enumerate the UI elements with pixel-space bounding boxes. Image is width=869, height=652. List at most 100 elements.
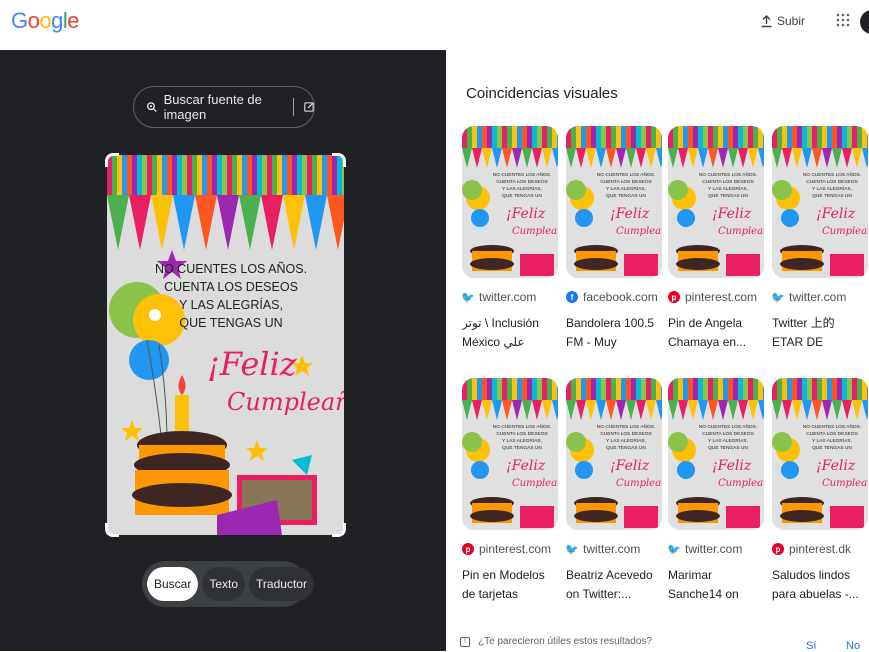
- thumb-line-4: QUE TENGAS UN: [812, 193, 852, 199]
- thumb-line-3: Y LAS ALEGRÍAS,: [708, 437, 748, 444]
- match-source[interactable]: 🐦 twitter.com: [565, 542, 662, 556]
- visual-match-card[interactable]: NO CUENTES LOS AÑOS. CUENTA LOS DESEOS Y…: [462, 378, 558, 604]
- pinterest-icon: p: [668, 291, 680, 303]
- thumb-line-4: QUE TENGAS UN: [606, 193, 646, 199]
- match-thumbnail[interactable]: NO CUENTES LOS AÑOS. CUENTA LOS DESEOS Y…: [772, 378, 868, 530]
- thumb-line-3: Y LAS ALEGRÍAS,: [812, 185, 852, 192]
- visual-match-card[interactable]: NO CUENTES LOS AÑOS. CUENTA LOS DESEOS Y…: [667, 378, 764, 604]
- match-source[interactable]: p pinterest.com: [668, 290, 764, 304]
- open-external-icon[interactable]: [304, 101, 314, 113]
- thumb-line-4: QUE TENGAS UN: [502, 193, 542, 199]
- thumb-line-3: Y LAS ALEGRÍAS,: [502, 437, 542, 444]
- mode-search-button[interactable]: Buscar: [147, 567, 199, 601]
- thumb-cumple: Cumpleaños!: [512, 478, 558, 489]
- query-image-panel: Buscar fuente de imagen NO CUENTES LOS A…: [0, 50, 446, 651]
- thumb-feliz: ¡Feliz: [610, 206, 650, 222]
- apps-grid-icon[interactable]: [833, 12, 853, 32]
- crop-handle-bottom-left[interactable]: [105, 523, 119, 537]
- birthday-card-thumbnail: NO CUENTES LOS AÑOS. CUENTA LOS DESEOS Y…: [462, 378, 558, 530]
- logo-letter: o: [39, 8, 52, 33]
- thumb-line-1: NO CUENTES LOS AÑOS.: [597, 423, 655, 430]
- birthday-card-thumbnail: NO CUENTES LOS AÑOS. CUENTA LOS DESEOS Y…: [772, 126, 868, 278]
- match-source[interactable]: f facebook.com: [566, 290, 662, 304]
- match-title[interactable]: Pin de Angela Chamaya en...: [668, 314, 764, 352]
- thumb-cumple: Cumpleaños!: [718, 226, 764, 237]
- match-thumbnail[interactable]: NO CUENTES LOS AÑOS. CUENTA LOS DESEOS Y…: [668, 378, 764, 530]
- thumb-line-2: CUENTA LOS DESEOS: [806, 179, 857, 185]
- lens-search-icon: [146, 102, 157, 113]
- card-cumple: Cumpleaños!: [227, 388, 344, 416]
- pinterest-icon: p: [462, 543, 474, 555]
- match-title[interactable]: Twitter 上的 ETAR DE PESCA: "Feliz...: [772, 314, 868, 352]
- find-image-source-label: Buscar fuente de imagen: [163, 92, 262, 122]
- visual-matches-heading: Coincidencias visuales: [466, 85, 618, 102]
- card-line-2: CUENTA LOS DESEOS: [164, 280, 298, 294]
- query-image[interactable]: NO CUENTES LOS AÑOS. CUENTA LOS DESEOS Y…: [107, 155, 344, 535]
- thumb-line-2: CUENTA LOS DESEOS: [806, 431, 857, 437]
- match-source[interactable]: p pinterest.dk: [772, 542, 868, 556]
- thumb-line-1: NO CUENTES LOS AÑOS.: [699, 171, 757, 178]
- thumb-feliz: ¡Feliz: [610, 458, 650, 474]
- thumb-cumple: Cumpleaños!: [616, 478, 662, 489]
- visual-match-card[interactable]: NO CUENTES LOS AÑOS. CUENTA LOS DESEOS Y…: [771, 126, 868, 352]
- birthday-card-thumbnail: NO CUENTES LOS AÑOS. CUENTA LOS DESEOS Y…: [772, 378, 868, 530]
- match-thumbnail[interactable]: NO CUENTES LOS AÑOS. CUENTA LOS DESEOS Y…: [566, 378, 662, 530]
- upload-button[interactable]: Subir: [760, 14, 805, 28]
- visual-match-card[interactable]: NO CUENTES LOS AÑOS. CUENTA LOS DESEOS Y…: [772, 378, 868, 604]
- match-source-label: pinterest.dk: [789, 542, 852, 556]
- thumb-feliz: ¡Feliz: [712, 458, 752, 474]
- thumb-feliz: ¡Feliz: [816, 206, 856, 222]
- card-line-4: QUE TENGAS UN: [179, 316, 282, 330]
- match-source[interactable]: 🐦 twitter.com: [461, 290, 558, 304]
- thumb-line-4: QUE TENGAS UN: [708, 193, 748, 199]
- feedback-yes-button[interactable]: Sí: [806, 640, 816, 652]
- match-title[interactable]: توتر \ Inclusión México علي توتر:...: [462, 314, 558, 352]
- match-title[interactable]: Pin en Modelos de tarjetas personales: [462, 566, 558, 604]
- thumb-line-2: CUENTA LOS DESEOS: [702, 179, 753, 185]
- pinterest-icon: p: [772, 543, 784, 555]
- visual-match-card[interactable]: NO CUENTES LOS AÑOS. CUENTA LOS DESEOS Y…: [461, 126, 558, 352]
- match-thumbnail[interactable]: NO CUENTES LOS AÑOS. CUENTA LOS DESEOS Y…: [668, 126, 764, 278]
- thumb-line-1: NO CUENTES LOS AÑOS.: [493, 423, 551, 430]
- thumb-line-4: QUE TENGAS UN: [812, 445, 852, 451]
- match-source[interactable]: p pinterest.com: [462, 542, 558, 556]
- thumb-cumple: Cumpleaños!: [822, 226, 868, 237]
- logo-letter: g: [51, 8, 63, 33]
- thumb-line-3: Y LAS ALEGRÍAS,: [708, 185, 748, 192]
- match-thumbnail[interactable]: NO CUENTES LOS AÑOS. CUENTA LOS DESEOS Y…: [462, 378, 558, 530]
- birthday-card-thumbnail: NO CUENTES LOS AÑOS. CUENTA LOS DESEOS Y…: [462, 126, 558, 278]
- thumb-line-3: Y LAS ALEGRÍAS,: [502, 185, 542, 192]
- visual-match-card[interactable]: NO CUENTES LOS AÑOS. CUENTA LOS DESEOS Y…: [566, 126, 662, 352]
- thumb-line-3: Y LAS ALEGRÍAS,: [606, 437, 646, 444]
- match-title[interactable]: Marimar Sanche14 on Twitter:...: [668, 566, 764, 604]
- crop-handle-top-right[interactable]: [332, 153, 346, 167]
- thumb-line-4: QUE TENGAS UN: [606, 445, 646, 451]
- feedback-no-button[interactable]: No: [846, 640, 860, 652]
- birthday-card-image: NO CUENTES LOS AÑOS. CUENTA LOS DESEOS Y…: [107, 155, 344, 535]
- match-source-label: facebook.com: [583, 290, 658, 304]
- match-thumbnail[interactable]: NO CUENTES LOS AÑOS. CUENTA LOS DESEOS Y…: [462, 126, 558, 278]
- match-title[interactable]: Beatriz Acevedo on Twitter:...: [566, 566, 662, 604]
- match-title[interactable]: Saludos lindos para abuelas -...: [772, 566, 868, 604]
- match-thumbnail[interactable]: NO CUENTES LOS AÑOS. CUENTA LOS DESEOS Y…: [566, 126, 662, 278]
- thumb-line-2: CUENTA LOS DESEOS: [496, 431, 547, 437]
- match-source-label: twitter.com: [789, 290, 847, 304]
- mode-translate-button[interactable]: Traductor: [249, 567, 314, 601]
- match-source[interactable]: 🐦 twitter.com: [667, 542, 764, 556]
- upload-icon: [761, 14, 772, 27]
- mode-text-button[interactable]: Texto: [202, 567, 246, 601]
- thumb-cumple: Cumpleaños!: [616, 226, 662, 237]
- avatar[interactable]: [860, 10, 869, 34]
- google-logo[interactable]: Google: [11, 8, 80, 34]
- thumb-feliz: ¡Feliz: [506, 458, 546, 474]
- top-bar: Google Subir: [0, 0, 869, 50]
- divider: [293, 98, 295, 116]
- match-source-label: twitter.com: [685, 542, 743, 556]
- visual-match-card[interactable]: NO CUENTES LOS AÑOS. CUENTA LOS DESEOS Y…: [668, 126, 764, 352]
- visual-match-card[interactable]: NO CUENTES LOS AÑOS. CUENTA LOS DESEOS Y…: [565, 378, 662, 604]
- crop-handle-top-left[interactable]: [105, 153, 119, 167]
- match-title[interactable]: Bandolera 100.5 FM - Muy buenos...: [566, 314, 662, 352]
- match-source[interactable]: 🐦 twitter.com: [771, 290, 868, 304]
- match-thumbnail[interactable]: NO CUENTES LOS AÑOS. CUENTA LOS DESEOS Y…: [772, 126, 868, 278]
- find-image-source-button[interactable]: Buscar fuente de imagen: [133, 86, 315, 128]
